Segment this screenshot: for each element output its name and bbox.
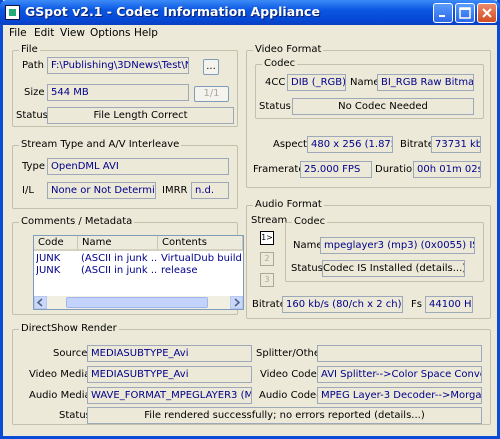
size-label: Size (24, 87, 45, 98)
fourcc-field[interactable]: DIB (_RGB) (287, 74, 346, 91)
file-status-field[interactable]: File Length Correct (47, 107, 234, 124)
cell-contents: VirtualDub build (161, 253, 242, 264)
audio-bitrate-label: Bitrate (252, 299, 286, 310)
source-field[interactable]: MEDIASUBTYPE_Avi (87, 345, 252, 362)
audio-stream-2-button[interactable]: 2 (260, 252, 274, 266)
scroll-right-button[interactable] (230, 296, 243, 309)
path-label: Path (22, 60, 44, 71)
splitter-field[interactable] (317, 345, 482, 362)
path-field[interactable]: F:\Publishing\3DNews\Test\Nig (47, 57, 189, 74)
source-label: Source (53, 348, 88, 359)
imrr-label: IMRR (162, 185, 188, 196)
scroll-left-button[interactable] (34, 296, 47, 309)
video-status-field[interactable]: No Codec Needed (292, 98, 474, 115)
video-status-label: Status (259, 101, 291, 112)
video-name-field[interactable]: BI_RGB Raw Bitma (377, 74, 474, 91)
video-name-label: Name (350, 77, 380, 88)
horizontal-scrollbar[interactable] (34, 296, 243, 309)
video-format-group-title: Video Format (253, 44, 324, 55)
audio-bitrate-field[interactable]: 160 kb/s (80/ch x 2 ch) (282, 296, 403, 313)
stream-type-group-title: Stream Type and A/V Interleave (19, 139, 182, 150)
video-codec-label: Video Codec (260, 369, 323, 380)
il-field[interactable]: None or Not Determined (47, 182, 156, 199)
audio-status-field[interactable]: Codec IS Installed (details...) (322, 260, 465, 277)
cell-name: (ASCII in junk ... (81, 265, 157, 276)
comments-group-title: Comments / Metadata (19, 216, 135, 227)
video-codec-group-title: Codec (262, 58, 298, 69)
maximize-button[interactable] (455, 3, 475, 23)
aspect-field[interactable]: 480 x 256 (1.875 : (307, 136, 393, 153)
column-header-name[interactable]: Name (78, 236, 158, 251)
cell-name: (ASCII in junk ... (81, 253, 157, 264)
scroll-right-icon (234, 298, 241, 307)
audio-codec-field[interactable]: MPEG Layer-3 Decoder-->Morgan Stre (317, 387, 482, 404)
splitter-label: Splitter/Other (256, 348, 325, 359)
fourcc-label: 4CC (265, 77, 286, 88)
duration-field[interactable]: 00h 01m 02s (413, 161, 481, 178)
video-media-label: Video Media (29, 369, 91, 380)
size-field[interactable]: 544 MB (47, 84, 189, 101)
audio-media-label: Audio Media (29, 390, 91, 401)
minimize-button[interactable] (433, 3, 453, 23)
close-button[interactable] (477, 3, 497, 23)
fs-field[interactable]: 44100 Hz (425, 296, 473, 313)
audio-stream-3-button[interactable]: 3 (260, 273, 274, 287)
menu-view[interactable]: View (60, 27, 85, 39)
maximize-icon (459, 7, 471, 19)
cell-code: JUNK (36, 265, 61, 276)
directshow-status-field[interactable]: File rendered successfully; no errors re… (87, 407, 482, 424)
menu-file[interactable]: File (9, 27, 27, 39)
duration-label: Duration (375, 164, 419, 175)
framerate-label: Framerate (253, 164, 305, 175)
audio-stream-1-button[interactable]: 1> (260, 231, 274, 245)
metadata-list[interactable]: Code Name Contents JUNK (ASCII in junk .… (33, 235, 244, 310)
directshow-group-title: DirectShow Render (19, 323, 119, 334)
browse-button[interactable]: ... (203, 59, 219, 75)
aspect-label: Aspect (273, 139, 307, 150)
type-label: Type (22, 161, 45, 172)
menu-bar: File Edit View Options Help (3, 25, 497, 42)
video-media-field[interactable]: MEDIASUBTYPE_Avi (87, 366, 252, 383)
framerate-field[interactable]: 25.000 FPS (300, 161, 372, 178)
cell-contents: release (161, 265, 198, 276)
audio-name-label: Name (293, 240, 323, 251)
cell-code: JUNK (36, 253, 61, 264)
video-codec-field[interactable]: AVI Splitter-->Color Space Converter (317, 366, 482, 383)
gspot-app-icon (5, 5, 20, 20)
stream-type-group: Stream Type and A/V Interleave (12, 139, 238, 209)
column-header-code[interactable]: Code (34, 236, 78, 251)
column-header-contents[interactable]: Contents (158, 236, 243, 251)
video-bitrate-label: Bitrate (400, 139, 434, 150)
file-group-title: File (19, 44, 40, 55)
type-field[interactable]: OpenDML AVI (47, 158, 229, 175)
audio-media-field[interactable]: WAVE_FORMAT_MPEGLAYER3 (MP (87, 387, 252, 404)
minimize-icon (439, 15, 445, 17)
menu-help[interactable]: Help (134, 27, 158, 39)
video-bitrate-field[interactable]: 73731 kb/ (431, 136, 481, 153)
audio-codec-group-title: Codec (292, 216, 328, 227)
scroll-left-icon (36, 298, 43, 307)
imrr-field[interactable]: n.d. (191, 182, 229, 199)
fs-label: Fs (411, 299, 422, 310)
title-bar[interactable]: GSpot v2.1 - Codec Information Appliance (0, 0, 500, 25)
close-icon (482, 8, 492, 18)
main-window: GSpot v2.1 - Codec Information Appliance… (0, 0, 500, 439)
menu-edit[interactable]: Edit (34, 27, 54, 39)
menu-options[interactable]: Options (90, 27, 131, 39)
table-row[interactable]: JUNK (ASCII in junk ... VirtualDub build (34, 253, 243, 265)
stream-label: Stream (251, 215, 288, 226)
scrollbar-thumb[interactable] (66, 297, 208, 308)
file-status-label: Status (16, 110, 48, 121)
table-row[interactable]: JUNK (ASCII in junk ... release (34, 265, 243, 277)
window-title: GSpot v2.1 - Codec Information Appliance (25, 4, 320, 19)
il-label: I/L (22, 185, 34, 196)
audio-format-group-title: Audio Format (253, 199, 324, 210)
audio-codec-label: Audio Codec (259, 390, 322, 401)
audio-status-label: Status (291, 263, 323, 274)
page-button[interactable]: 1/1 (194, 86, 229, 102)
audio-name-field[interactable]: mpeglayer3 (mp3) (0x0055) ISO/M (320, 237, 475, 254)
